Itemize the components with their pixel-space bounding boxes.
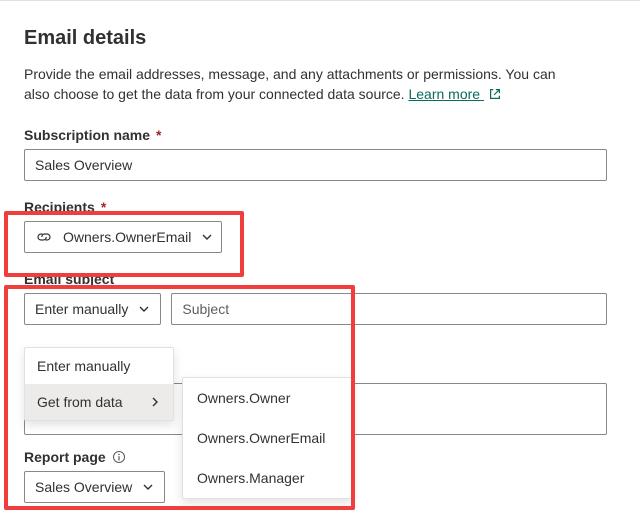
page-title: Email details — [24, 27, 616, 50]
menu-item-get-from-data[interactable]: Get from data — [25, 384, 173, 420]
subscription-name-value: Sales Overview — [35, 157, 132, 173]
menu-item-enter-manually[interactable]: Enter manually — [25, 348, 173, 384]
submenu-item-owners-owneremail[interactable]: Owners.OwnerEmail — [183, 418, 351, 458]
get-from-data-submenu: Owners.Owner Owners.OwnerEmail Owners.Ma… — [182, 377, 352, 499]
email-subject-mode-dropdown[interactable]: Enter manually — [24, 293, 161, 325]
learn-more-label: Learn more — [408, 86, 480, 102]
subscription-name-input[interactable]: Sales Overview — [24, 149, 607, 181]
submenu-item-label: Owners.Owner — [197, 390, 290, 406]
required-asterisk: * — [156, 127, 161, 143]
required-asterisk: * — [101, 199, 106, 215]
recipients-field: Recipients * Owners.OwnerEmail — [24, 199, 616, 253]
link-icon — [35, 230, 53, 244]
recipients-label: Recipients * — [24, 199, 616, 215]
email-subject-label: Email subject — [24, 271, 616, 287]
report-page-label-text: Report page — [24, 449, 106, 465]
email-subject-placeholder: Subject — [182, 301, 229, 317]
report-page-field: Report page Sales Overview — [24, 449, 165, 503]
email-subject-label-text: Email subject — [24, 271, 114, 287]
submenu-item-label: Owners.Manager — [197, 470, 304, 486]
report-page-value: Sales Overview — [35, 479, 132, 495]
submenu-item-label: Owners.OwnerEmail — [197, 430, 325, 446]
subscription-name-label-text: Subscription name — [24, 127, 150, 143]
external-link-icon — [488, 87, 502, 101]
page-description: Provide the email addresses, message, an… — [24, 64, 584, 105]
report-page-label: Report page — [24, 449, 165, 465]
recipients-chip[interactable]: Owners.OwnerEmail — [24, 221, 222, 253]
email-subject-mode-value: Enter manually — [35, 301, 128, 317]
recipients-value: Owners.OwnerEmail — [63, 229, 191, 245]
chevron-right-icon — [149, 396, 161, 408]
submenu-item-owners-manager[interactable]: Owners.Manager — [183, 458, 351, 498]
email-subject-input[interactable]: Subject — [171, 293, 607, 325]
menu-item-label: Enter manually — [37, 358, 130, 374]
chevron-down-icon — [201, 231, 213, 243]
info-icon[interactable] — [112, 450, 126, 464]
chevron-down-icon — [138, 303, 150, 315]
recipients-label-text: Recipients — [24, 199, 95, 215]
subscription-name-label: Subscription name * — [24, 127, 616, 143]
report-page-dropdown[interactable]: Sales Overview — [24, 471, 165, 503]
learn-more-link[interactable]: Learn more — [408, 86, 483, 102]
submenu-item-owners-owner[interactable]: Owners.Owner — [183, 378, 351, 418]
email-subject-mode-menu: Enter manually Get from data — [24, 347, 174, 421]
subscription-name-field: Subscription name * Sales Overview — [24, 127, 616, 181]
email-subject-field: Email subject Enter manually Subject — [24, 271, 616, 325]
menu-item-label: Get from data — [37, 394, 123, 410]
chevron-down-icon — [142, 481, 154, 493]
